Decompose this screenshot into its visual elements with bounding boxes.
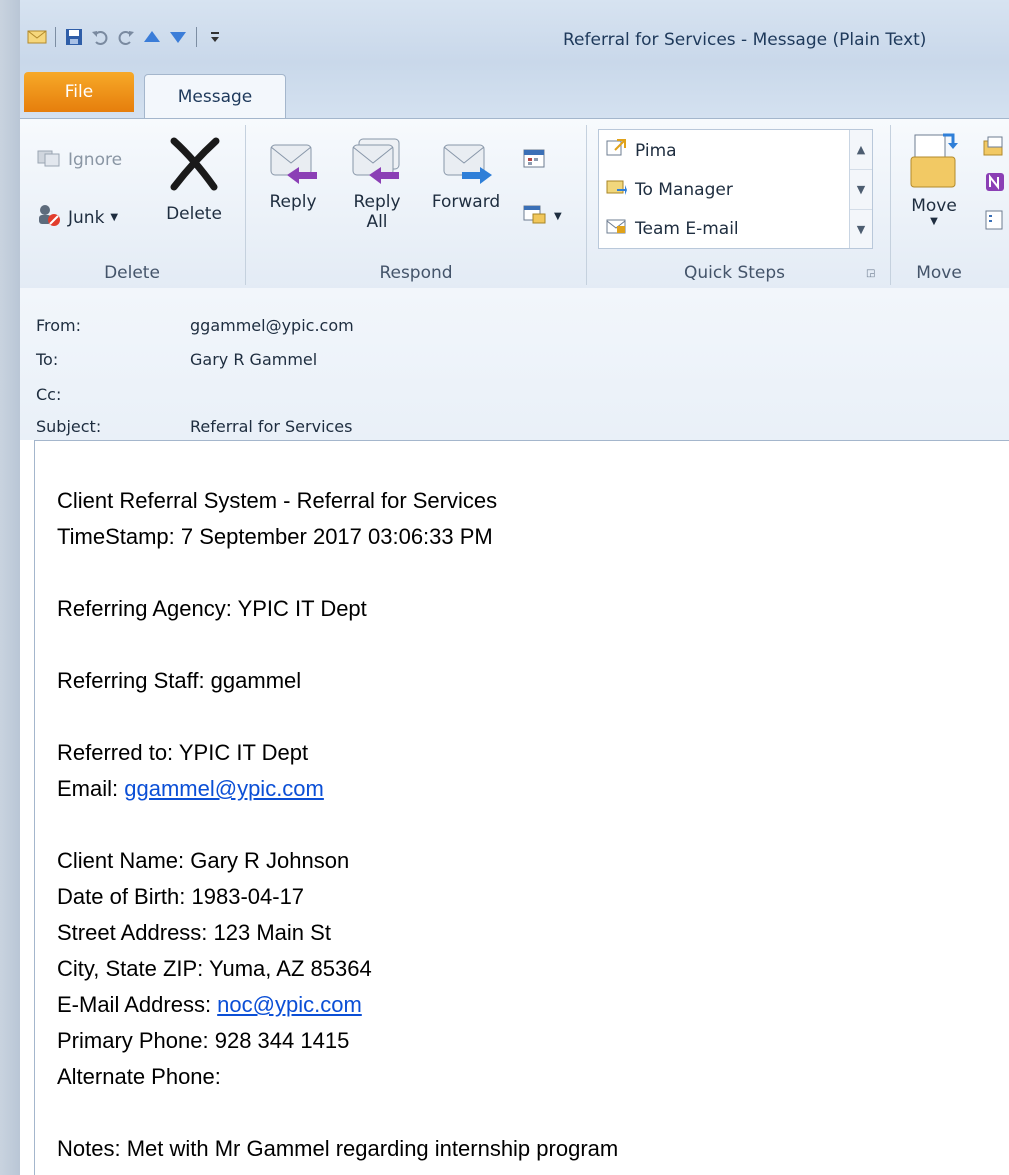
email-line: Email: ggammel@ypic.com xyxy=(57,771,618,807)
client-email-line: E-Mail Address: noc@ypic.com xyxy=(57,987,618,1023)
email-link[interactable]: ggammel@ypic.com xyxy=(124,776,324,801)
client-email-label: E-Mail Address: xyxy=(57,992,218,1017)
body-line: Street Address: 123 Main St xyxy=(57,920,331,945)
to-label: To: xyxy=(36,350,59,369)
onenote-icon xyxy=(982,171,1006,198)
to-manager-icon xyxy=(605,177,627,202)
body-line: City, State ZIP: Yuma, AZ 85364 xyxy=(57,956,372,981)
quick-steps-label: Quick Steps xyxy=(683,263,786,283)
window-frame xyxy=(0,0,20,1175)
actions-icon xyxy=(982,209,1006,236)
ribbon-tabs: File Message xyxy=(20,62,1009,119)
quick-steps-group: Pima To Manager Team E-mail ▲ ▼ ▼ Quick … xyxy=(20,119,890,289)
to-row: To: Gary R Gammel xyxy=(36,350,317,369)
body-line: Referring Staff: ggammel xyxy=(57,668,302,693)
undo-icon[interactable] xyxy=(89,26,111,48)
email-label: Email: xyxy=(57,776,125,801)
actions-button[interactable] xyxy=(982,209,1006,236)
tab-file[interactable]: File xyxy=(24,72,134,112)
move-group-label: Move xyxy=(916,263,962,283)
move-folder-icon xyxy=(907,131,961,196)
onenote-button[interactable] xyxy=(982,171,1006,198)
quick-step-label: Team E-mail xyxy=(635,218,739,239)
cc-row: Cc: xyxy=(36,385,190,404)
window-title: Referral for Services - Message (Plain T… xyxy=(563,30,927,50)
toolbar-separator xyxy=(196,27,197,47)
from-value[interactable]: ggammel@ypic.com xyxy=(190,316,354,335)
to-value[interactable]: Gary R Gammel xyxy=(190,350,317,369)
quick-steps-gallery: Pima To Manager Team E-mail ▲ ▼ ▼ xyxy=(598,129,873,249)
quick-step-item[interactable]: Pima xyxy=(605,138,677,163)
move-button[interactable]: Move ▼ xyxy=(904,131,964,227)
scroll-up-icon[interactable]: ▲ xyxy=(850,130,872,170)
mail-icon[interactable] xyxy=(26,26,48,48)
title-bar: Referral for Services - Message (Plain T… xyxy=(20,0,1009,62)
save-icon[interactable] xyxy=(63,26,85,48)
more-icon[interactable]: ▼ xyxy=(850,210,872,249)
team-email-icon xyxy=(605,216,627,241)
from-label: From: xyxy=(36,316,82,335)
quick-step-item[interactable]: Team E-mail xyxy=(605,216,739,241)
message-header: From: ggammel@ypic.com To: Gary R Gammel C… xyxy=(20,288,1009,440)
body-line: Primary Phone: 928 344 1415 xyxy=(57,1028,350,1053)
tab-message[interactable]: Message xyxy=(144,74,286,119)
toolbar-separator xyxy=(55,27,56,47)
customize-icon[interactable] xyxy=(204,26,226,48)
dropdown-arrow-icon: ▼ xyxy=(930,216,938,227)
rules-button[interactable] xyxy=(982,135,1006,162)
down-arrow-icon[interactable] xyxy=(167,26,189,48)
quick-step-label: To Manager xyxy=(635,179,733,200)
redo-icon[interactable] xyxy=(115,26,137,48)
quick-steps-scroll[interactable]: ▲ ▼ ▼ xyxy=(849,130,872,248)
body-line: Client Referral System - Referral for Se… xyxy=(57,488,498,513)
ribbon: Ignore Junk ▼ Delete Delete Reply Reply … xyxy=(20,118,1009,290)
subject-label: Subject: xyxy=(36,417,102,436)
body-line: TimeStamp: 7 September 2017 03:06:33 PM xyxy=(57,524,493,549)
outlook-message-window: Referral for Services - Message (Plain T… xyxy=(0,0,1009,1175)
body-line: Client Name: Gary R Johnson xyxy=(57,848,350,873)
body-line: Date of Birth: 1983-04-17 xyxy=(57,884,305,909)
subject-row: Subject: Referral for Services xyxy=(36,417,352,436)
client-email-link[interactable]: noc@ypic.com xyxy=(217,992,362,1017)
subject-value: Referral for Services xyxy=(190,417,353,436)
quick-access-toolbar xyxy=(26,26,226,48)
quick-step-label: Pima xyxy=(635,140,677,161)
message-body[interactable]: Client Referral System - Referral for Se… xyxy=(34,440,1009,1175)
message-body-text: Client Referral System - Referral for Se… xyxy=(57,483,618,1167)
up-arrow-icon[interactable] xyxy=(141,26,163,48)
from-row: From: ggammel@ypic.com xyxy=(36,316,354,335)
body-line: Alternate Phone: xyxy=(57,1064,221,1089)
dialog-launcher-icon[interactable]: ◲ xyxy=(866,268,875,279)
quick-step-item[interactable]: To Manager xyxy=(605,177,733,202)
pima-icon xyxy=(605,138,627,163)
body-line: Notes: Met with Mr Gammel regarding inte… xyxy=(57,1136,619,1161)
body-line: Referred to: YPIC IT Dept xyxy=(57,740,309,765)
body-line: Referring Agency: YPIC IT Dept xyxy=(57,596,367,621)
scroll-down-icon[interactable]: ▼ xyxy=(850,170,872,210)
group-separator xyxy=(890,125,891,285)
move-group: Move ▼ Move xyxy=(892,119,1009,289)
move-label: Move xyxy=(911,196,957,216)
cc-label: Cc: xyxy=(36,385,62,404)
rules-icon xyxy=(982,135,1006,162)
